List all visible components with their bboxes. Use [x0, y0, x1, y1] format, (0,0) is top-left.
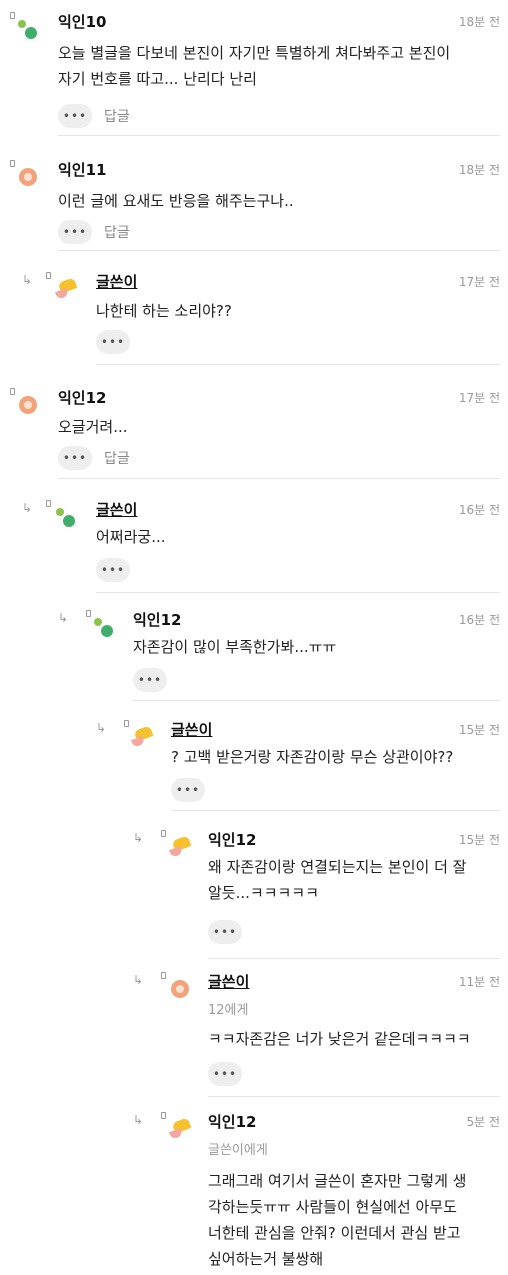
comment-time: 15분 전	[458, 723, 500, 737]
divider	[96, 364, 500, 365]
comment-author[interactable]: 글쓴이	[208, 972, 249, 992]
comment-actions: •••	[208, 920, 242, 944]
pin-icon	[46, 272, 51, 279]
comment-time: 18분 전	[458, 15, 500, 29]
pin-icon	[10, 12, 15, 19]
comment-author[interactable]: 글쓴이	[171, 720, 212, 740]
divider	[208, 958, 500, 959]
comment-author[interactable]: 익인10	[58, 12, 106, 32]
avatar	[171, 980, 191, 1000]
avatar	[130, 725, 154, 748]
more-options-button[interactable]: •••	[133, 668, 167, 692]
comment-text: 너한테 관심을 안줘? 이런데서 관심 받고	[208, 1224, 461, 1242]
more-options-button[interactable]: •••	[58, 220, 92, 244]
comment-actions: •••	[208, 1062, 242, 1086]
reply-arrow-icon: ↳	[22, 501, 33, 515]
divider	[208, 1096, 500, 1097]
reply-arrow-icon: ↳	[133, 831, 144, 845]
comment-author[interactable]: 익인12	[133, 610, 181, 630]
comment-actions: ••• 답글	[58, 220, 130, 244]
divider	[58, 135, 500, 136]
comment-text: 나한테 하는 소리야??	[96, 302, 232, 320]
divider	[133, 700, 500, 701]
pin-icon	[10, 388, 15, 395]
comment-text: 싶어하는거 불쌍해	[208, 1250, 324, 1268]
comment-author[interactable]: 익인12	[58, 388, 106, 408]
more-options-button[interactable]: •••	[96, 330, 130, 354]
comment-author[interactable]: 익인12	[208, 830, 256, 850]
reply-button[interactable]: 답글	[104, 106, 130, 126]
reply-arrow-icon: ↳	[96, 721, 107, 735]
comment-time: 11분 전	[458, 975, 500, 989]
comment-actions: ••• 답글	[58, 446, 130, 470]
divider	[96, 592, 500, 593]
comment-text: 오글거려...	[58, 418, 128, 436]
more-options-button[interactable]: •••	[58, 446, 92, 470]
avatar	[54, 277, 78, 300]
comment-actions: •••	[133, 668, 167, 692]
pin-icon	[86, 610, 91, 617]
avatar	[94, 618, 114, 638]
comment-text: 어쩌라궁...	[96, 528, 166, 546]
comment-actions: •••	[96, 330, 130, 354]
comment-author[interactable]: 익인11	[58, 160, 106, 180]
reply-arrow-icon: ↳	[22, 273, 33, 287]
comment-time: 18분 전	[458, 163, 500, 177]
comment-actions: •••	[96, 558, 130, 582]
reply-arrow-icon: ↳	[133, 973, 144, 987]
reply-button[interactable]: 답글	[104, 222, 130, 242]
avatar	[19, 168, 39, 188]
comment-text: 각하는듯ㅠㅠ 사람들이 현실에선 아무도	[208, 1198, 457, 1216]
divider	[58, 478, 500, 479]
pin-icon	[161, 972, 166, 979]
reply-button[interactable]: 답글	[104, 448, 130, 468]
comment-text: 알듯...ㅋㅋㅋㅋㅋ	[208, 884, 319, 902]
comment-text: ㅋㅋ자존감은 너가 낮은거 같은데ㅋㅋㅋㅋ	[208, 1030, 471, 1048]
more-options-button[interactable]: •••	[208, 1062, 242, 1086]
comment-time: 16분 전	[458, 613, 500, 627]
comment-text: 자존감이 많이 부족한가봐...ㅠㅠ	[133, 638, 337, 656]
more-options-button[interactable]: •••	[96, 558, 130, 582]
pin-icon	[161, 830, 166, 837]
more-options-button[interactable]: •••	[58, 104, 92, 128]
reply-arrow-icon: ↳	[133, 1113, 144, 1127]
divider	[171, 810, 500, 811]
avatar	[56, 508, 76, 528]
comment-time: 17분 전	[458, 391, 500, 405]
comment-author[interactable]: 글쓴이	[96, 500, 137, 520]
more-options-button[interactable]: •••	[171, 778, 205, 802]
comment-time: 5분 전	[466, 1115, 500, 1129]
pin-icon	[161, 1112, 166, 1119]
avatar	[168, 1117, 192, 1140]
comment-time: 16분 전	[458, 503, 500, 517]
comment-author[interactable]: 익인12	[208, 1112, 256, 1132]
comment-text: 오늘 별글을 다보네 본진이 자기만 특별하게 쳐다봐주고 본진이	[58, 44, 451, 62]
comment-text: 자기 번호를 따고... 난리다 난리	[58, 70, 257, 88]
pin-icon	[124, 720, 129, 727]
comment-text: 왜 자존감이랑 연결되는지는 본인이 더 잘	[208, 858, 467, 876]
mention-target: 글쓴이에게	[208, 1143, 268, 1158]
avatar	[19, 396, 39, 416]
divider	[58, 250, 500, 251]
pin-icon	[46, 500, 51, 507]
avatar	[168, 835, 192, 858]
reply-arrow-icon: ↳	[58, 611, 69, 625]
comment-text: 이런 글에 요새도 반응을 해주는구나..	[58, 192, 294, 210]
comment-text: 그래그래 여기서 글쓴이 혼자만 그렇게 생	[208, 1172, 467, 1190]
more-options-button[interactable]: •••	[208, 920, 242, 944]
comment-time: 15분 전	[458, 833, 500, 847]
mention-target: 12에게	[208, 1003, 249, 1018]
comment-time: 17분 전	[458, 275, 500, 289]
comment-actions: •••	[171, 778, 205, 802]
avatar	[18, 20, 38, 40]
pin-icon	[10, 160, 15, 167]
comment-text: ? 고백 받은거랑 자존감이랑 무슨 상관이야??	[171, 748, 454, 766]
comment-author[interactable]: 글쓴이	[96, 272, 137, 292]
comment-actions: ••• 답글	[58, 104, 130, 128]
